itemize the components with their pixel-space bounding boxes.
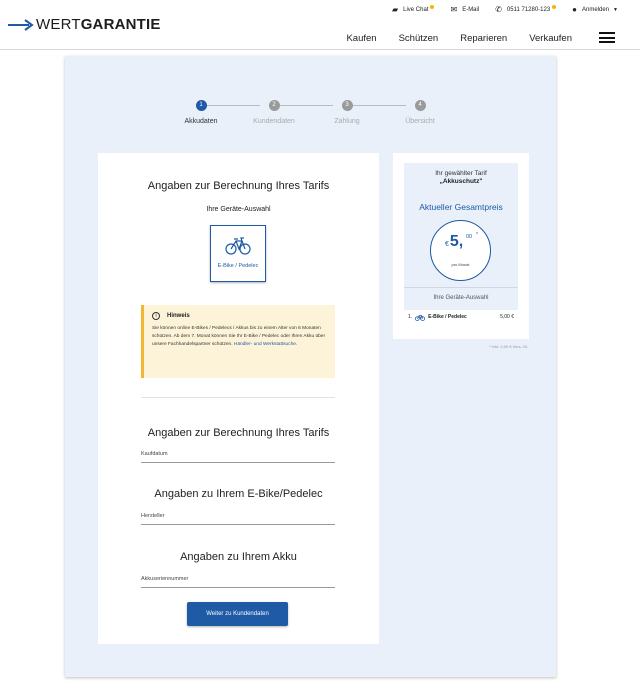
price-circle: €5, 00 * pro Monat bbox=[430, 220, 491, 281]
device-label: E-Bike / Pedelec bbox=[217, 263, 259, 269]
purchase-date-field[interactable]: Kaufdatum bbox=[141, 449, 335, 463]
section-title-tarif: Angaben zur Berechnung Ihres Tarifs bbox=[147, 427, 330, 439]
item-price: 5,00 € bbox=[500, 314, 514, 320]
selection-label: Ihre Geräte-Auswahl bbox=[433, 295, 489, 301]
price-title: Aktueller Gesamtpreis bbox=[419, 202, 503, 212]
nav-item-verkaufen[interactable]: Verkaufen bbox=[529, 33, 572, 44]
device-selection-label: Ihre Geräte-Auswahl bbox=[206, 206, 271, 213]
step-uebersicht[interactable]: 4 Übersicht bbox=[380, 100, 460, 125]
next-button[interactable]: Weiter zu Kundendaten bbox=[187, 602, 288, 626]
battery-serial-field[interactable]: Akkuseriennummer bbox=[141, 574, 335, 588]
step-akkudaten[interactable]: 1 Akkudaten bbox=[161, 100, 241, 125]
nav-item-schuetzen[interactable]: Schützen bbox=[399, 33, 439, 44]
chevron-down-icon: ▼ bbox=[613, 6, 618, 13]
notice-title: i Hinweis bbox=[152, 312, 327, 320]
phone-link[interactable]: ✆ 0511 71280-123 bbox=[495, 4, 557, 14]
phone-icon: ✆ bbox=[495, 5, 502, 14]
bicycle-icon bbox=[415, 314, 426, 321]
nav-item-reparieren[interactable]: Reparieren bbox=[460, 33, 507, 44]
device-option-ebike[interactable]: E-Bike / Pedelec bbox=[210, 225, 266, 282]
chat-icon: ▰ bbox=[391, 5, 399, 14]
mail-icon: ✉ bbox=[450, 5, 458, 14]
form-title: Angaben zur Berechnung Ihres Tarifs bbox=[147, 180, 330, 192]
step-number: 4 bbox=[414, 100, 426, 111]
step-label: Zahlung bbox=[334, 118, 360, 125]
item-number: 1. bbox=[408, 314, 413, 320]
step-label: Akkudaten bbox=[184, 118, 218, 125]
step-label: Übersicht bbox=[405, 118, 435, 125]
divider bbox=[141, 397, 335, 398]
live-chat-link[interactable]: ▰ Live Chat bbox=[391, 4, 435, 14]
manufacturer-field[interactable]: Hersteller bbox=[141, 511, 335, 525]
arrow-logo-icon bbox=[8, 18, 34, 31]
chosen-tarif-label: Ihr gewählter Tarif bbox=[435, 170, 487, 177]
nav-item-kaufen[interactable]: Kaufen bbox=[346, 33, 376, 44]
vat-note: * inkl. 0,00 € Vers.-St. bbox=[489, 344, 528, 349]
notice-box: i Hinweis Sie können online E-Bikes / Pe… bbox=[141, 305, 335, 378]
tarif-summary-card: Ihr gewählter Tarif „Akkuschutz" Aktuell… bbox=[393, 153, 529, 339]
step-zahlung[interactable]: 3 Zahlung bbox=[307, 100, 387, 125]
section-title-akku: Angaben zu Ihrem Akku bbox=[180, 551, 297, 563]
price-asterisk: * bbox=[476, 232, 478, 238]
login-menu[interactable]: ● Anmelden ▼ bbox=[572, 5, 618, 14]
section-title-ebike: Angaben zu Ihrem E-Bike/Pedelec bbox=[154, 488, 323, 500]
divider bbox=[404, 287, 518, 288]
main-navigation: Kaufen Schützen Reparieren Verkaufen bbox=[324, 33, 572, 44]
user-icon: ● bbox=[572, 5, 578, 14]
hamburger-menu-icon[interactable] bbox=[599, 32, 615, 43]
item-name: E-Bike / Pedelec bbox=[428, 314, 467, 320]
price-cents: 00 bbox=[466, 234, 473, 240]
chosen-tarif-name: „Akkuschutz" bbox=[439, 178, 483, 185]
selected-device-row: 1. E-Bike / Pedelec 5,00 € bbox=[404, 310, 518, 324]
step-number: 3 bbox=[341, 100, 353, 111]
top-utility-bar: ▰ Live Chat ✉ E-Mail ✆ 0511 71280-123 ● … bbox=[376, 4, 618, 14]
logo[interactable]: WERTGARANTIE bbox=[8, 16, 161, 33]
tarif-summary-inner: Ihr gewählter Tarif „Akkuschutz" Aktuell… bbox=[404, 163, 518, 324]
price-period: pro Monat bbox=[451, 262, 470, 267]
status-dot bbox=[552, 4, 557, 9]
status-dot bbox=[430, 4, 435, 9]
bicycle-icon bbox=[225, 237, 251, 255]
info-icon: i bbox=[152, 312, 160, 320]
site-header: WERTGARANTIE ▰ Live Chat ✉ E-Mail ✆ 0511… bbox=[0, 0, 640, 50]
email-link[interactable]: ✉ E-Mail bbox=[450, 5, 479, 14]
step-number: 2 bbox=[268, 100, 280, 111]
logo-text: WERTGARANTIE bbox=[36, 16, 161, 33]
price-value: €5, bbox=[445, 233, 464, 250]
step-number: 1 bbox=[195, 100, 207, 111]
step-kundendaten[interactable]: 2 Kundendaten bbox=[234, 100, 314, 125]
step-label: Kundendaten bbox=[253, 118, 295, 125]
form-card: Angaben zur Berechnung Ihres Tarifs Ihre… bbox=[98, 153, 379, 644]
